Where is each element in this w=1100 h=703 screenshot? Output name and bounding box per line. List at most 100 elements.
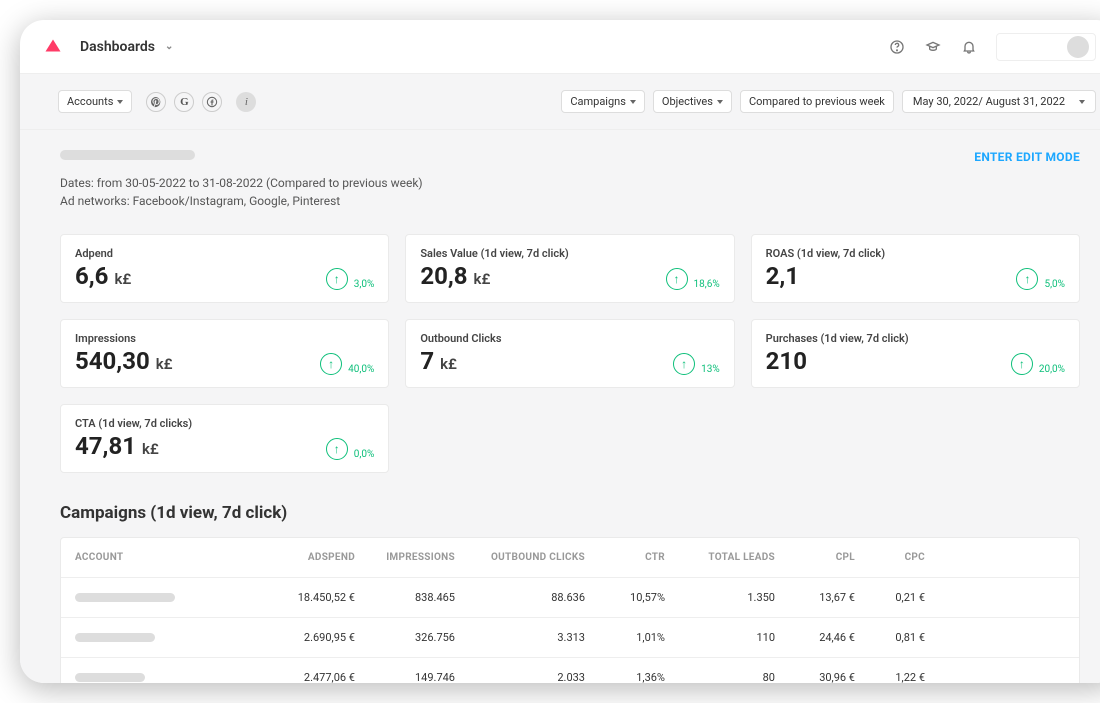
content-area: Dates: from 30-05-2022 to 31-08-2022 (Co…	[20, 130, 1100, 683]
topbar-left: Dashboards ⌄	[44, 38, 173, 56]
toolbar-left: Accounts G i	[58, 90, 256, 113]
bell-icon[interactable]	[960, 38, 978, 56]
td-cpl: 24,46 €	[775, 631, 855, 644]
enter-edit-mode-button[interactable]: ENTER EDIT MODE	[974, 150, 1080, 164]
toolbar-right: Campaigns Objectives Compared to previou…	[561, 90, 1096, 113]
td-ctr: 10,57%	[585, 591, 665, 604]
th-account: ACCOUNT	[75, 552, 255, 563]
th-ctr: CTR	[585, 552, 665, 563]
kpi-label: Outbound Clicks	[420, 332, 501, 345]
kpi-label: Impressions	[75, 332, 173, 345]
kpi-delta: 5,0%	[1044, 279, 1065, 290]
info-icon[interactable]: i	[236, 92, 256, 112]
dashboards-dropdown[interactable]: Dashboards ⌄	[80, 39, 173, 55]
kpi-label: Adpend	[75, 247, 131, 260]
kpi-value: 540,30	[75, 347, 150, 375]
dashboards-label: Dashboards	[80, 39, 155, 55]
td-ctr: 1,36%	[585, 671, 665, 683]
compare-dropdown[interactable]: Compared to previous week	[740, 90, 894, 113]
accounts-label: Accounts	[67, 95, 113, 108]
chevron-down-icon	[630, 100, 636, 104]
th-cpl: CPL	[775, 552, 855, 563]
kpi-value: 20,8	[420, 262, 467, 290]
campaigns-table: ACCOUNT ADSPEND IMPRESSIONS OUTBOUND CLI…	[60, 537, 1080, 683]
kpi-value: 6,6	[75, 262, 108, 290]
date-range-label: May 30, 2022/ August 31, 2022	[913, 95, 1065, 108]
meta-dates: Dates: from 30-05-2022 to 31-08-2022 (Co…	[60, 176, 423, 190]
table-row[interactable]: 2.477,06 € 149.746 2.033 1,36% 80 30,96 …	[61, 658, 1079, 683]
header-meta: Dates: from 30-05-2022 to 31-08-2022 (Co…	[60, 150, 423, 212]
academy-icon[interactable]	[924, 38, 942, 56]
td-ctr: 1,01%	[585, 631, 665, 644]
kpi-cta: CTA (1d view, 7d clicks) 47,81 k£ ↑ 0,0%	[60, 404, 389, 473]
kpi-row-2: Impressions 540,30 k£ ↑ 40,0% Outbound C…	[60, 319, 1080, 388]
td-leads: 110	[665, 631, 775, 644]
trend-up-icon: ↑	[326, 438, 348, 460]
td-leads: 1.350	[665, 591, 775, 604]
kpi-label: Purchases (1d view, 7d click)	[766, 332, 909, 345]
td-impressions: 326.756	[355, 631, 455, 644]
logo-icon	[44, 38, 62, 56]
kpi-purchases: Purchases (1d view, 7d click) 210 ↑ 20,0…	[751, 319, 1080, 388]
campaigns-dropdown[interactable]: Campaigns	[561, 90, 645, 113]
account-placeholder	[75, 593, 175, 602]
trend-up-icon: ↑	[666, 268, 688, 290]
network-icons: G	[146, 92, 222, 112]
pinterest-icon[interactable]	[146, 92, 166, 112]
kpi-unit: k£	[156, 355, 173, 373]
search-box[interactable]	[996, 33, 1096, 61]
accounts-dropdown[interactable]: Accounts	[58, 90, 132, 113]
td-cpc: 0,21 €	[855, 591, 925, 604]
date-range-picker[interactable]: May 30, 2022/ August 31, 2022	[902, 90, 1096, 113]
account-placeholder	[75, 673, 145, 682]
th-total-leads: TOTAL LEADS	[665, 552, 775, 563]
google-icon[interactable]: G	[174, 92, 194, 112]
app-window: Dashboards ⌄ Accounts	[20, 20, 1100, 683]
td-impressions: 149.746	[355, 671, 455, 683]
td-cpl: 13,67 €	[775, 591, 855, 604]
kpi-delta: 18,6%	[694, 279, 720, 290]
th-cpc: CPC	[855, 552, 925, 563]
kpi-value: 2,1	[766, 262, 799, 290]
trend-up-icon: ↑	[673, 353, 695, 375]
kpi-delta: 3,0%	[354, 279, 375, 290]
table-row[interactable]: 18.450,52 € 838.465 88.636 10,57% 1.350 …	[61, 578, 1079, 618]
td-impressions: 838.465	[355, 591, 455, 604]
th-adspend: ADSPEND	[255, 552, 355, 563]
kpi-sales-value: Sales Value (1d view, 7d click) 20,8 k£ …	[405, 234, 734, 303]
chevron-down-icon	[1079, 100, 1085, 104]
td-adspend: 2.690,95 €	[255, 631, 355, 644]
objectives-dropdown[interactable]: Objectives	[653, 90, 732, 113]
trend-up-icon: ↑	[1011, 353, 1033, 375]
table-row[interactable]: 2.690,95 € 326.756 3.313 1,01% 110 24,46…	[61, 618, 1079, 658]
kpi-adspend: Adpend 6,6 k£ ↑ 3,0%	[60, 234, 389, 303]
trend-up-icon: ↑	[326, 268, 348, 290]
th-outbound-clicks: OUTBOUND CLICKS	[455, 552, 585, 563]
td-clicks: 2.033	[455, 671, 585, 683]
kpi-label: Sales Value (1d view, 7d click)	[420, 247, 568, 260]
trend-up-icon: ↑	[320, 353, 342, 375]
kpi-unit: k£	[142, 440, 159, 458]
facebook-icon[interactable]	[202, 92, 222, 112]
trend-up-icon: ↑	[1016, 268, 1038, 290]
td-clicks: 3.313	[455, 631, 585, 644]
kpi-delta: 13%	[701, 364, 720, 375]
campaigns-label: Campaigns	[570, 95, 626, 108]
meta-networks: Ad networks: Facebook/Instagram, Google,…	[60, 194, 423, 208]
kpi-delta: 20,0%	[1039, 364, 1065, 375]
help-icon[interactable]	[888, 38, 906, 56]
kpi-delta: 40,0%	[348, 364, 374, 375]
th-impressions: IMPRESSIONS	[355, 552, 455, 563]
kpi-unit: k£	[474, 270, 491, 288]
kpi-unit: k£	[440, 355, 457, 373]
td-adspend: 2.477,06 €	[255, 671, 355, 683]
kpi-value: 210	[766, 347, 807, 375]
td-cpc: 1,22 €	[855, 671, 925, 683]
avatar[interactable]	[1067, 36, 1089, 58]
header-row: Dates: from 30-05-2022 to 31-08-2022 (Co…	[60, 150, 1080, 212]
kpi-row-1: Adpend 6,6 k£ ↑ 3,0% Sales Value (1d vie…	[60, 234, 1080, 303]
kpi-outbound-clicks: Outbound Clicks 7 k£ ↑ 13%	[405, 319, 734, 388]
objectives-label: Objectives	[662, 95, 713, 108]
kpi-label: ROAS (1d view, 7d click)	[766, 247, 885, 260]
td-clicks: 88.636	[455, 591, 585, 604]
